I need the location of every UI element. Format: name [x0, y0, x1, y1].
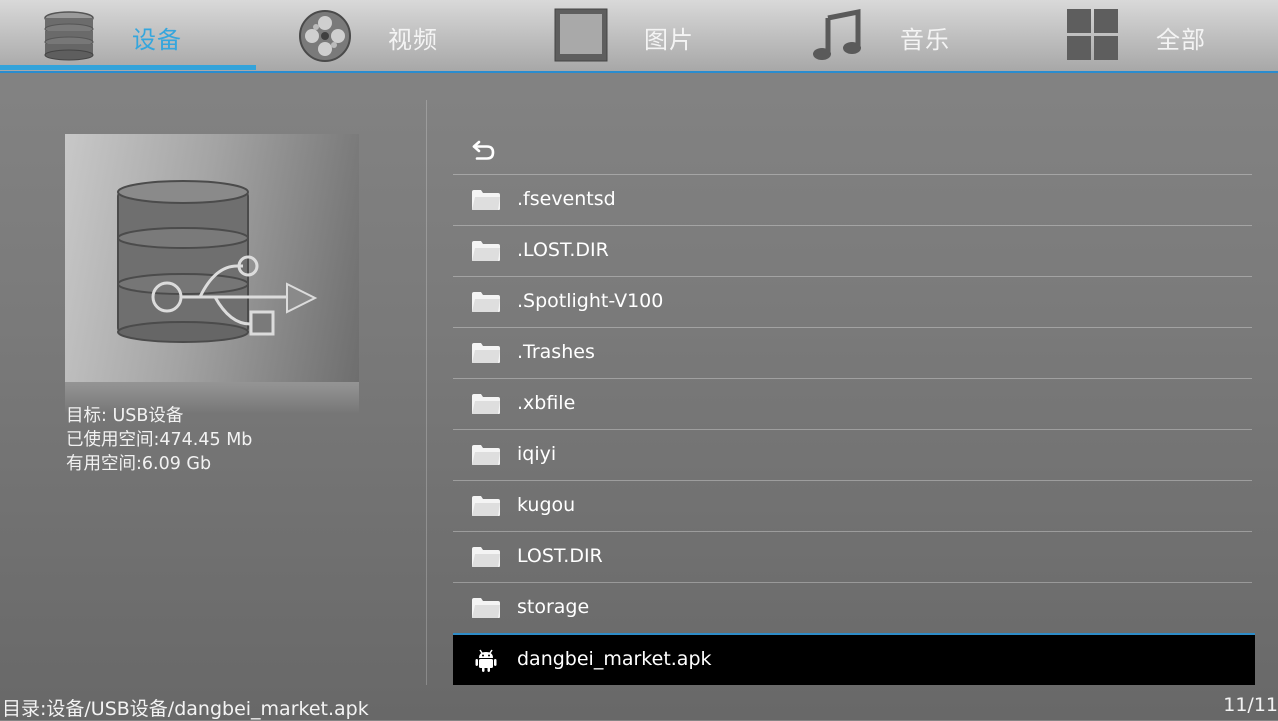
usb-drive-icon — [117, 180, 318, 343]
file-name: .LOST.DIR — [517, 239, 609, 261]
device-free-space: 有用空间:6.09 Gb — [66, 454, 212, 474]
grid-icon — [1067, 9, 1118, 60]
picture-frame-icon — [554, 8, 608, 62]
tab-devices[interactable]: 设备 — [0, 0, 256, 72]
tab-all[interactable]: 全部 — [1024, 0, 1278, 72]
tab-music[interactable]: 音乐 — [768, 0, 1024, 72]
tab-label: 音乐 — [900, 26, 950, 54]
panel-divider — [426, 100, 427, 685]
film-reel-icon — [299, 10, 351, 62]
folder-icon — [472, 190, 500, 210]
active-tab-indicator — [0, 65, 256, 70]
tab-label: 全部 — [1156, 26, 1206, 54]
file-name: dangbei_market.apk — [517, 648, 712, 670]
tab-pictures[interactable]: 图片 — [512, 0, 768, 72]
database-icon — [44, 11, 94, 61]
file-name: LOST.DIR — [517, 545, 603, 567]
top-nav-bar: 设备 视频 图片 音乐 全部 — [0, 0, 1278, 72]
list-item[interactable]: .Trashes — [453, 328, 1252, 379]
back-row[interactable] — [453, 124, 1252, 175]
folder-icon — [472, 496, 500, 516]
music-note-icon — [813, 8, 861, 60]
list-item[interactable]: .xbfile — [453, 379, 1252, 430]
tab-label: 视频 — [388, 26, 438, 54]
list-item[interactable]: .Spotlight-V100 — [453, 277, 1252, 328]
nav-divider — [0, 71, 1278, 73]
list-item[interactable]: LOST.DIR — [453, 532, 1252, 583]
list-item[interactable]: iqiyi — [453, 430, 1252, 481]
file-name: .Trashes — [517, 341, 595, 363]
file-name: storage — [517, 596, 590, 618]
folder-icon — [472, 241, 500, 261]
folder-icon — [472, 394, 500, 414]
folder-icon — [472, 598, 500, 618]
item-position-counter: 11/11 — [1223, 694, 1278, 716]
list-item-selected[interactable]: dangbei_market.apk — [453, 635, 1255, 685]
file-name: .xbfile — [517, 392, 576, 414]
list-item[interactable]: .fseventsd — [453, 175, 1252, 226]
tab-label: 设备 — [132, 26, 182, 54]
android-icon — [475, 649, 497, 672]
device-target: 目标: USB设备 — [66, 406, 184, 426]
file-name: .Spotlight-V100 — [517, 290, 664, 312]
file-name: kugou — [517, 494, 576, 516]
list-item[interactable]: storage — [453, 583, 1252, 634]
tab-video[interactable]: 视频 — [256, 0, 512, 72]
folder-icon — [472, 445, 500, 465]
device-image — [65, 134, 359, 382]
back-arrow-icon — [472, 140, 495, 160]
folder-icon — [472, 292, 500, 312]
device-used-space: 已使用空间:474.45 Mb — [66, 430, 253, 450]
folder-icon — [472, 547, 500, 567]
folder-icon — [472, 343, 500, 363]
list-item[interactable]: .LOST.DIR — [453, 226, 1252, 277]
tab-label: 图片 — [644, 26, 694, 54]
list-item[interactable]: kugou — [453, 481, 1252, 532]
file-name: iqiyi — [517, 443, 557, 465]
file-name: .fseventsd — [517, 188, 616, 210]
current-path: 目录:设备/USB设备/dangbei_market.apk — [2, 698, 369, 720]
